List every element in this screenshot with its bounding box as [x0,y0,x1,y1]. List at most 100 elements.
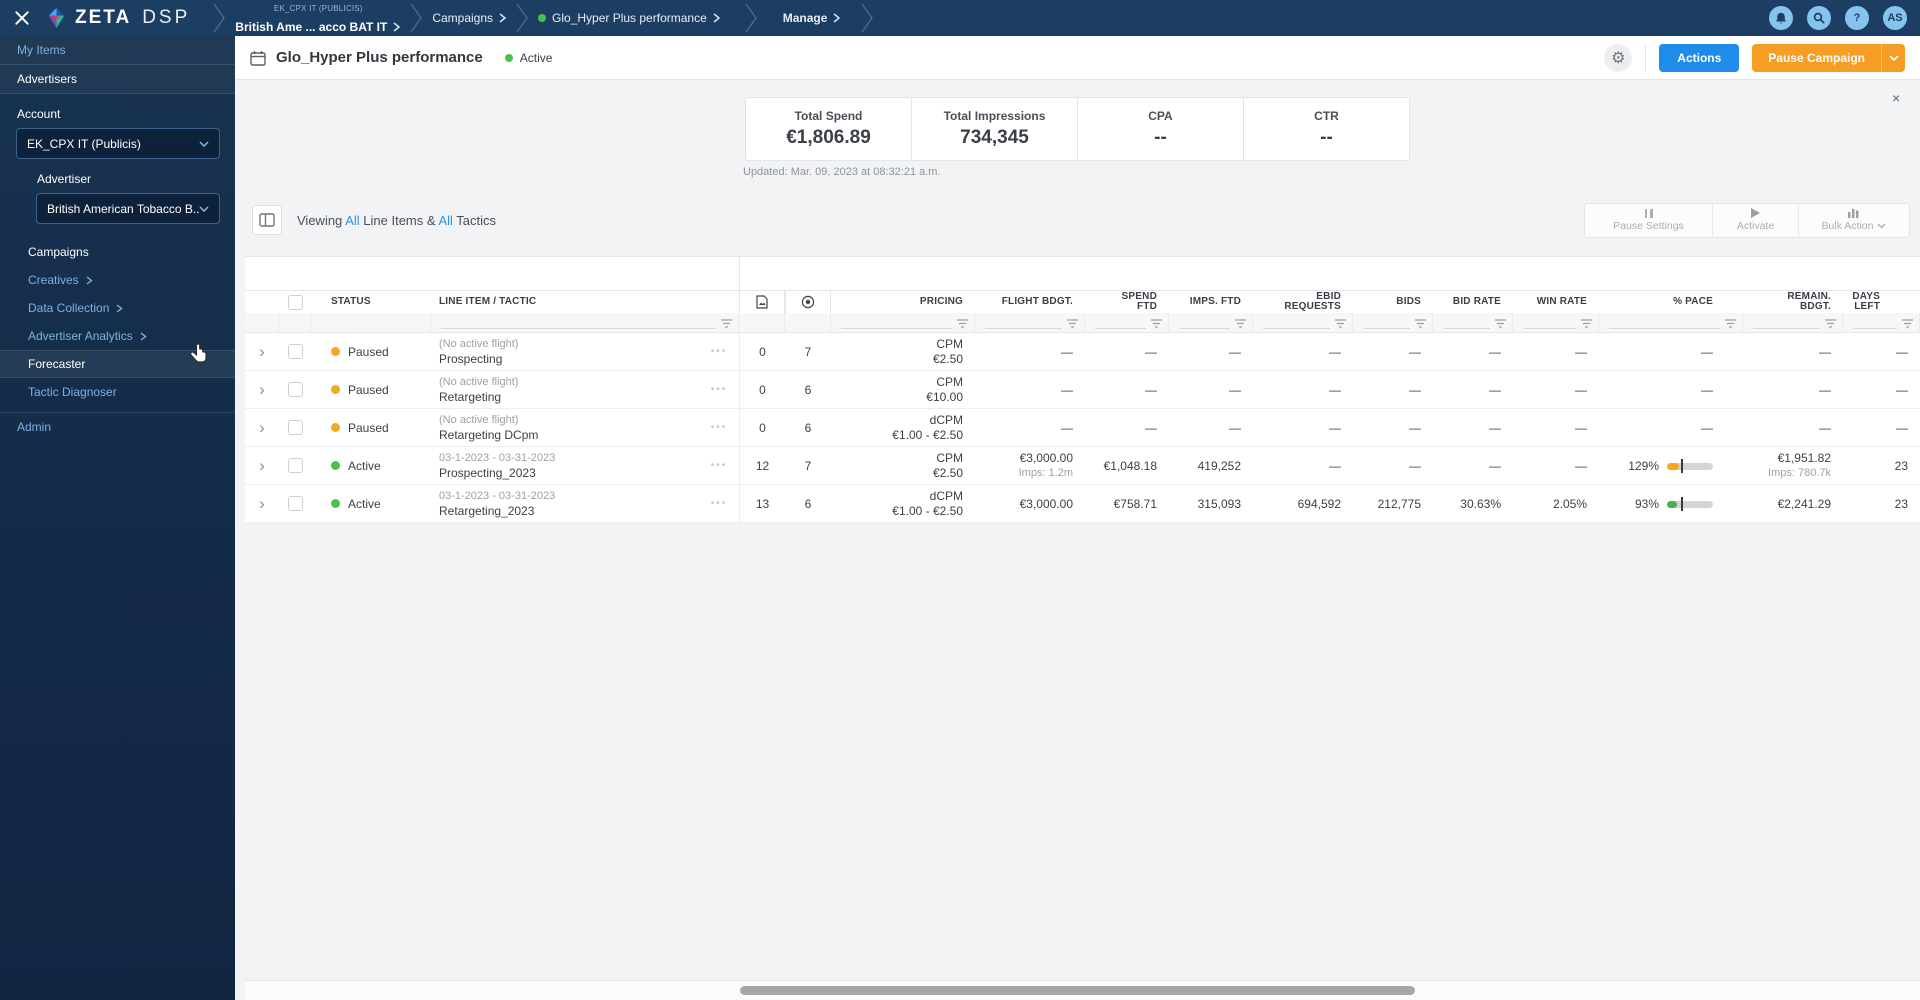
sidebar-item-forecaster[interactable]: Forecaster [0,350,235,378]
row-menu-icon[interactable]: ••• [711,346,728,357]
col-header-spend-ftd[interactable]: SPEND FTD [1085,292,1169,312]
status-dot [331,423,340,432]
horizontal-scrollbar-track[interactable] [245,980,1920,1000]
filter-icon [1725,319,1736,328]
filter-line-item[interactable] [431,313,739,332]
account-select[interactable]: EK_CPX IT (Publicis) [16,128,220,159]
filter-remain-bdgt[interactable] [1743,313,1843,332]
filter-bids[interactable] [1353,313,1433,332]
status-cell: Active [311,447,431,484]
col-header-days-left[interactable]: DAYS LEFT [1843,292,1920,312]
close-icon[interactable] [13,9,31,27]
row-menu-icon[interactable]: ••• [711,498,728,509]
select-all-checkbox[interactable] [287,294,303,310]
pause-campaign-dropdown[interactable] [1881,43,1905,72]
chevron-down-icon [1877,223,1886,229]
breadcrumb-campaign-name[interactable]: Glo_Hyper Plus performance [538,11,721,25]
filter-icon [1581,319,1592,328]
table-header-row: STATUS LINE ITEM / TACTIC PRICING FLIGHT… [245,291,1920,313]
row-checkbox[interactable] [287,420,303,435]
chevron-down-icon [199,205,209,212]
sidebar-item-data-collection[interactable]: Data Collection [0,294,235,322]
chevron-right-icon [713,13,721,23]
sidebar-item-tactic-diagnoser[interactable]: Tactic Diagnoser [0,378,235,406]
filter-spend-ftd[interactable] [1085,313,1169,332]
row-expand-chevron[interactable]: › [259,457,265,474]
status-dot [331,461,340,470]
sidebar-item-advertisers[interactable]: Advertisers [0,65,235,94]
col-header-status[interactable]: STATUS [311,297,431,307]
horizontal-scrollbar-thumb[interactable] [740,986,1415,995]
col-header-imps-ftd[interactable]: IMPS. FTD [1169,297,1253,307]
zeta-diamond-icon [48,7,65,28]
filter-icon [1902,319,1913,328]
row-expand-chevron[interactable]: › [259,381,265,398]
settings-gear-button[interactable]: ⚙ [1604,43,1633,72]
col-header-pace[interactable]: % PACE [1599,297,1743,307]
notifications-button[interactable] [1769,6,1793,30]
filter-bid-rate[interactable] [1433,313,1513,332]
pause-campaign-button[interactable]: Pause Campaign [1752,43,1905,72]
chevron-right-icon [116,303,124,313]
play-icon [1751,208,1760,218]
filter-pricing[interactable] [831,313,975,332]
row-expand-chevron[interactable]: › [259,343,265,360]
advertiser-select[interactable]: British American Tobacco B... [36,193,220,224]
stat-total-impressions: Total Impressions 734,345 [912,98,1078,160]
stats-close-icon[interactable]: × [1892,90,1900,106]
row-expand-chevron[interactable]: › [259,495,265,512]
row-expand-chevron[interactable]: › [259,419,265,436]
line-items-table: STATUS LINE ITEM / TACTIC PRICING FLIGHT… [245,256,1920,523]
row-menu-icon[interactable]: ••• [711,422,728,433]
chevron-right-icon [499,13,507,23]
zeta-dsp-logo[interactable]: ZETA DSP [45,7,190,30]
col-header-creatives[interactable] [739,291,785,313]
user-avatar[interactable]: AS [1883,6,1907,30]
bulk-action-button[interactable]: Bulk Action [1799,203,1909,237]
col-header-pricing[interactable]: PRICING [831,297,975,307]
sidebar-item-admin[interactable]: Admin [0,413,235,440]
col-header-tactics[interactable] [785,291,831,313]
all-tactics-link[interactable]: All [438,213,452,228]
status-dot [331,347,340,356]
search-button[interactable] [1807,6,1831,30]
search-icon [1813,12,1825,24]
col-header-flight-bdgt[interactable]: FLIGHT BDGT. [975,297,1085,307]
all-line-items-link[interactable]: All [345,213,359,228]
filter-ebid-requests[interactable] [1253,313,1353,332]
col-header-bids[interactable]: BIDS [1353,297,1433,307]
col-header-line-item[interactable]: LINE ITEM / TACTIC [431,297,699,307]
row-checkbox[interactable] [287,382,303,397]
chevron-right-icon [140,331,147,341]
filter-status[interactable] [311,313,431,332]
row-menu-icon[interactable]: ••• [711,460,728,471]
row-checkbox[interactable] [287,344,303,359]
filter-days-left[interactable] [1843,313,1920,332]
sidebar-item-creatives[interactable]: Creatives [0,266,235,294]
table-row: › Paused (No active flight) Retargeting D… [245,409,1920,447]
help-button[interactable]: ? [1845,6,1869,30]
actions-button[interactable]: Actions [1659,43,1740,72]
row-checkbox[interactable] [287,496,303,511]
column-settings-button[interactable] [252,205,282,235]
row-checkbox[interactable] [287,458,303,473]
filter-pace[interactable] [1599,313,1743,332]
activate-button[interactable]: Activate [1713,203,1799,237]
col-header-win-rate[interactable]: WIN RATE [1513,297,1599,307]
filter-imps-ftd[interactable] [1169,313,1253,332]
filter-win-rate[interactable] [1513,313,1599,332]
col-header-remain-bdgt[interactable]: REMAIN. BDGT. [1743,292,1843,312]
sidebar-item-advertiser-analytics[interactable]: Advertiser Analytics [0,322,235,350]
col-header-bid-rate[interactable]: BID RATE [1433,297,1513,307]
table-row: › Active 03-1-2023 - 03-31-2023 Prospecti… [245,447,1920,485]
sidebar-item-campaigns[interactable]: Campaigns [0,238,235,266]
pause-settings-button[interactable]: Pause Settings [1585,203,1713,237]
breadcrumb-manage[interactable]: Manage [783,11,842,25]
sidebar-item-my-items[interactable]: My Items [0,36,235,65]
row-menu-icon[interactable]: ••• [711,384,728,395]
breadcrumb-advertiser[interactable]: EK_CPX IT (PUBLICIS) British Ame ... acc… [235,3,401,33]
filter-flight-bdgt[interactable] [975,313,1085,332]
col-header-ebid-requests[interactable]: EBID REQUESTS [1253,292,1353,312]
breadcrumb-campaigns[interactable]: Campaigns [432,11,507,25]
table-group-header [245,257,1920,291]
